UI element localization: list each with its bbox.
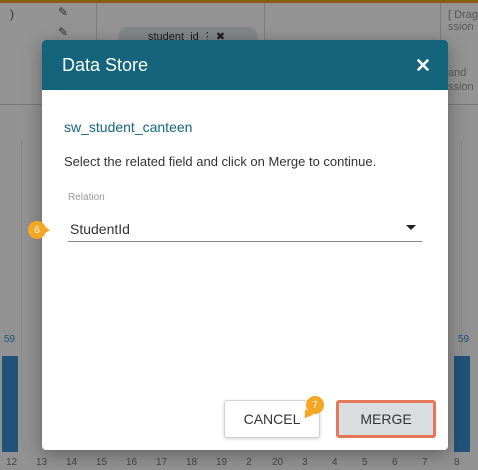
relation-value: StudentId <box>70 221 130 237</box>
relation-select[interactable]: StudentId <box>68 214 422 242</box>
close-button[interactable] <box>412 54 434 76</box>
dialog-title: Data Store <box>62 54 149 75</box>
dialog-header: Data Store <box>42 40 448 90</box>
relation-label: Relation <box>68 192 105 203</box>
merge-button[interactable]: MERGE <box>336 400 436 438</box>
step-7-badge: 7 <box>306 396 324 414</box>
datastore-name: sw_student_canteen <box>64 119 193 135</box>
data-store-dialog: Data Store sw_student_canteen Select the… <box>42 40 448 450</box>
step-6-badge: 6 <box>28 221 46 239</box>
caret-down-icon <box>406 225 416 230</box>
instructions-text: Select the related field and click on Me… <box>64 154 377 169</box>
close-icon <box>417 59 429 71</box>
